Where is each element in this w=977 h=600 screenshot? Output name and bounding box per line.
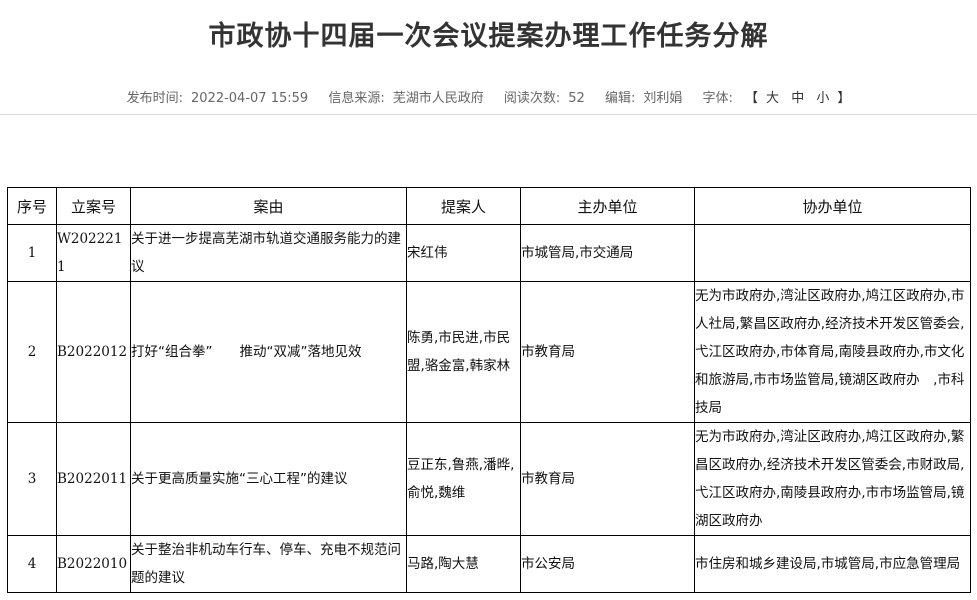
editor: 编辑: 刘利娟 bbox=[601, 91, 686, 106]
cell-host: 市教育局 bbox=[520, 422, 695, 536]
cell-host: 市教育局 bbox=[520, 281, 695, 423]
bracket-open: 【 bbox=[745, 91, 759, 106]
cell-proposer: 陈勇,市民进,市民盟,骆金富,韩家林 bbox=[406, 281, 521, 423]
cell-cohost: 无为市政府办,湾沚区政府办,鸠江区政府办,繁昌区政府办,经济技术开发区管委会,市… bbox=[694, 422, 971, 536]
meta-divider bbox=[0, 114, 977, 115]
editor-value: 刘利娟 bbox=[643, 91, 683, 106]
views-value: 52 bbox=[568, 91, 585, 106]
table-row: 3 B2022011 关于更高质量实施“三心工程”的建议 豆正东,鲁燕,潘晔,俞… bbox=[7, 422, 971, 536]
cell-num: 3 bbox=[7, 422, 57, 536]
header-num: 序号 bbox=[7, 187, 57, 225]
cell-cohost bbox=[694, 224, 971, 282]
cell-subject: 关于更高质量实施“三心工程”的建议 bbox=[130, 422, 407, 536]
cell-subject: 关于整治非机动车行车、停车、充电不规范问题的建议 bbox=[130, 535, 407, 593]
bracket-close: 】 bbox=[837, 91, 851, 106]
editor-label: 编辑: bbox=[604, 91, 636, 106]
cell-cohost: 无为市政府办,湾沚区政府办,鸠江区政府办,市人社局,繁昌区政府办,经济技术开发区… bbox=[694, 281, 971, 423]
views: 阅读次数: 52 bbox=[500, 91, 589, 106]
task-table: 序号 立案号 案由 提案人 主办单位 协办单位 1 W2022211 关于进一步… bbox=[7, 187, 971, 593]
publish-time-value: 2022-04-07 15:59 bbox=[191, 91, 309, 106]
cell-cohost: 市住房和城乡建设局,市城管局,市应急管理局 bbox=[694, 535, 971, 593]
cell-proposer: 马路,陶大慧 bbox=[406, 535, 521, 593]
cell-proposer: 宋红伟 bbox=[406, 224, 521, 282]
font-size-control: 字体: 【大 中 小】 bbox=[698, 91, 854, 106]
font-label: 字体: bbox=[702, 91, 733, 106]
source-value: 芜湖市人民政府 bbox=[392, 91, 484, 106]
cell-subject: 关于进一步提高芜湖市轨道交通服务能力的建议 bbox=[130, 224, 407, 282]
cell-id: W2022211 bbox=[56, 224, 131, 282]
source-label: 信息来源: bbox=[328, 91, 385, 106]
font-large-button[interactable]: 大 bbox=[766, 91, 779, 106]
table-row: 4 B2022010 关于整治非机动车行车、停车、充电不规范问题的建议 马路,陶… bbox=[7, 535, 971, 593]
cell-num: 4 bbox=[7, 535, 57, 593]
header-proposer: 提案人 bbox=[406, 187, 521, 225]
font-medium-button[interactable]: 中 bbox=[791, 91, 804, 106]
header-subject: 案由 bbox=[130, 187, 407, 225]
views-label: 阅读次数: bbox=[503, 91, 561, 106]
source: 信息来源: 芜湖市人民政府 bbox=[324, 91, 487, 106]
cell-id: B2022010 bbox=[56, 535, 131, 593]
header-host: 主办单位 bbox=[520, 187, 695, 225]
publish-time-label: 发布时间: bbox=[126, 91, 184, 106]
cell-proposer: 豆正东,鲁燕,潘晔,俞悦,魏维 bbox=[406, 422, 521, 536]
header-id: 立案号 bbox=[56, 187, 131, 225]
table-row: 1 W2022211 关于进一步提高芜湖市轨道交通服务能力的建议 宋红伟 市城管… bbox=[7, 224, 971, 282]
cell-num: 1 bbox=[7, 224, 57, 282]
cell-host: 市城管局,市交通局 bbox=[520, 224, 695, 282]
cell-id: B2022011 bbox=[56, 422, 131, 536]
font-small-button[interactable]: 小 bbox=[816, 91, 829, 106]
article-meta: 发布时间: 2022-04-07 15:59 信息来源: 芜湖市人民政府 阅读次数:… bbox=[0, 87, 977, 106]
cell-subject: 打好“组合拳” 推动“双减”落地见效 bbox=[130, 281, 407, 423]
cell-id: B2022012 bbox=[56, 281, 131, 423]
article-title: 市政协十四届一次会议提案办理工作任务分解 bbox=[208, 21, 769, 52]
cell-num: 2 bbox=[7, 281, 57, 423]
header-cohost: 协办单位 bbox=[694, 187, 971, 225]
publish-time: 发布时间: 2022-04-07 15:59 bbox=[123, 91, 313, 106]
table-row: 2 B2022012 打好“组合拳” 推动“双减”落地见效 陈勇,市民进,市民盟… bbox=[7, 281, 971, 423]
cell-host: 市公安局 bbox=[520, 535, 695, 593]
table-header-row: 序号 立案号 案由 提案人 主办单位 协办单位 bbox=[7, 187, 971, 225]
